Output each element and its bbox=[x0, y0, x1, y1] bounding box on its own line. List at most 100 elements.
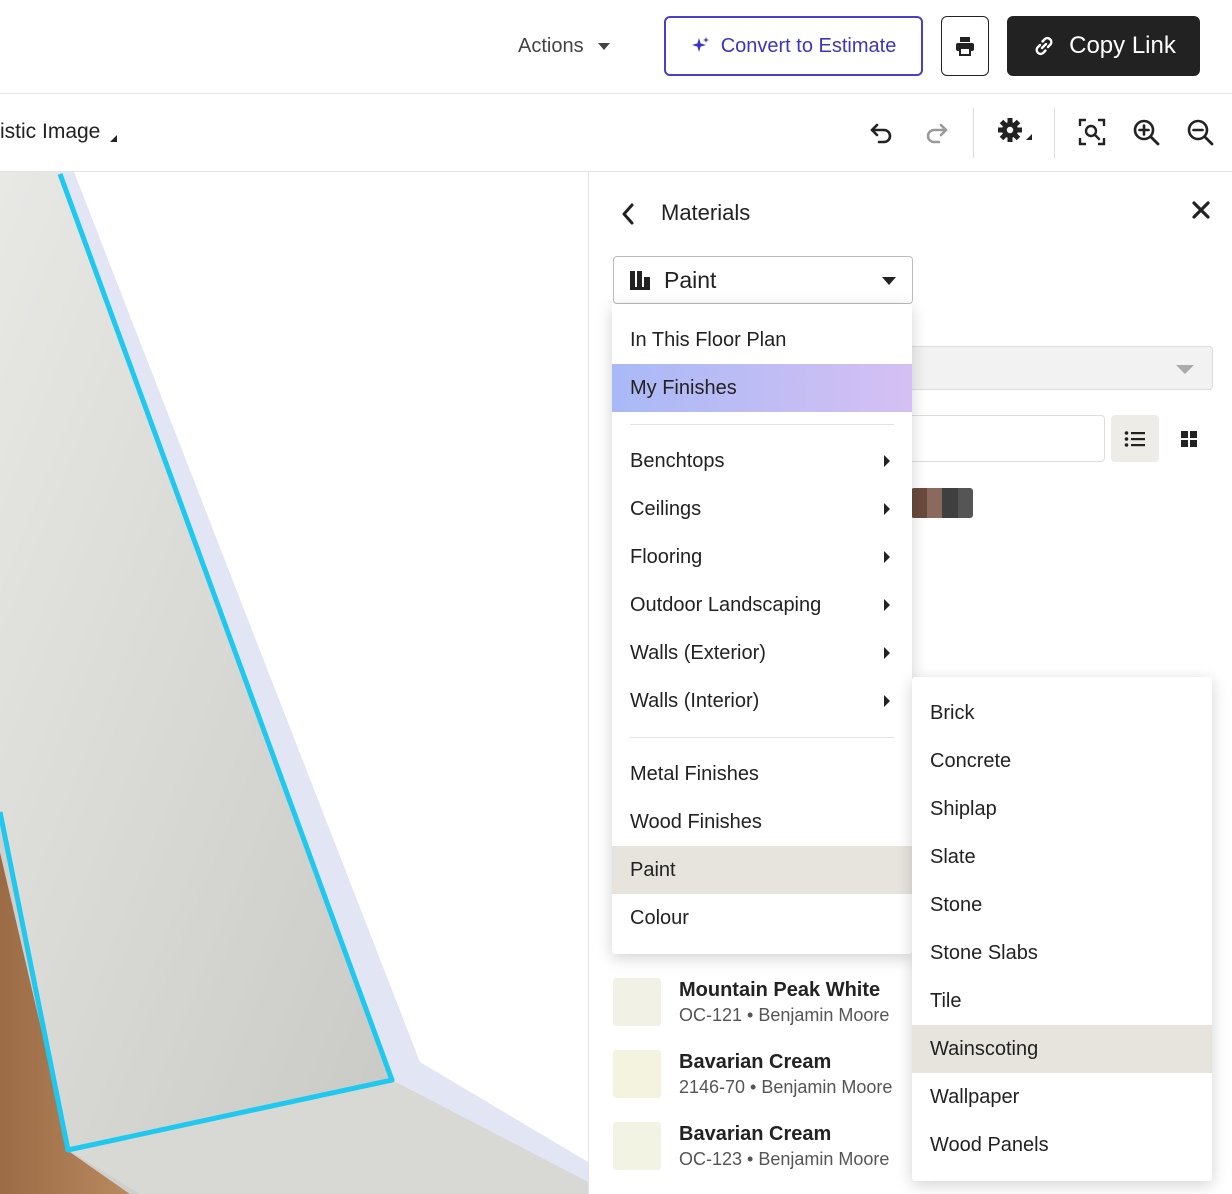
caret-right-icon bbox=[884, 695, 890, 707]
menu-item-label: Benchtops bbox=[630, 449, 725, 472]
printer-icon bbox=[956, 37, 974, 56]
menu-divider bbox=[630, 737, 894, 738]
grid-view-icon bbox=[1181, 430, 1197, 447]
menu-item-label: Ceilings bbox=[630, 497, 702, 520]
submenu-item-wood-panels[interactable]: Wood Panels bbox=[912, 1121, 1212, 1169]
menu-item-paint[interactable]: Paint bbox=[612, 846, 912, 894]
caret-right-icon bbox=[884, 503, 890, 515]
menu-item-label: My Finishes bbox=[630, 376, 737, 399]
menu-item-my-finishes[interactable]: My Finishes bbox=[612, 364, 912, 412]
caret-right-icon bbox=[884, 647, 890, 659]
menu-item-in-this-floor-plan[interactable]: In This Floor Plan bbox=[612, 316, 912, 364]
zoom-in-button[interactable] bbox=[1128, 114, 1164, 150]
undo-button[interactable] bbox=[864, 114, 900, 150]
material-category-select[interactable]: Paint bbox=[613, 256, 913, 304]
menu-item-label: Slate bbox=[930, 845, 976, 868]
menu-item-wood-finishes[interactable]: Wood Finishes bbox=[612, 798, 912, 846]
subcategory-select[interactable] bbox=[889, 346, 1213, 390]
paint-swatch bbox=[613, 1050, 661, 1098]
back-button[interactable] bbox=[615, 200, 641, 228]
selected-category-label: Paint bbox=[664, 266, 717, 293]
redo-icon bbox=[926, 123, 948, 144]
menu-item-metal-finishes[interactable]: Metal Finishes bbox=[612, 750, 912, 798]
paint-code: OC-121 • Benjamin Moore bbox=[679, 1005, 890, 1025]
menu-item-label: Stone Slabs bbox=[930, 941, 1038, 964]
settings-button[interactable] bbox=[996, 114, 1036, 150]
menu-item-benchtops[interactable]: Benchtops bbox=[612, 437, 912, 485]
menu-item-label: Wainscoting bbox=[930, 1037, 1039, 1060]
convert-to-estimate-button[interactable]: Convert to Estimate bbox=[664, 16, 923, 76]
menu-item-label: Walls (Interior) bbox=[630, 689, 760, 712]
caret-down-icon bbox=[882, 277, 896, 285]
menu-item-flooring[interactable]: Flooring bbox=[612, 533, 912, 581]
menu-item-ceilings[interactable]: Ceilings bbox=[612, 485, 912, 533]
zoom-in-icon bbox=[1133, 119, 1160, 146]
view-mode-selector[interactable]: istic Image bbox=[0, 120, 118, 144]
submenu-item-shiplap[interactable]: Shiplap bbox=[912, 785, 1212, 833]
list-view-icon bbox=[1124, 430, 1145, 447]
zoom-fit-icon bbox=[1078, 118, 1106, 146]
paint-name: Bavarian Cream bbox=[679, 1051, 832, 1073]
menu-item-label: In This Floor Plan bbox=[630, 328, 787, 351]
paint-name: Mountain Peak White bbox=[679, 979, 881, 1001]
copy-link-button[interactable]: Copy Link bbox=[1007, 16, 1200, 76]
corner-caret-icon bbox=[110, 135, 118, 142]
menu-item-label: Shiplap bbox=[930, 797, 997, 820]
caret-down-icon bbox=[1176, 365, 1194, 374]
actions-menu-button[interactable]: Actions bbox=[518, 30, 610, 62]
menu-item-label: Stone bbox=[930, 893, 983, 916]
category-dropdown-menu: In This Floor Plan My Finishes Benchtops… bbox=[612, 304, 912, 954]
list-view-toggle[interactable] bbox=[1111, 415, 1159, 462]
library-icon bbox=[630, 271, 650, 290]
zoom-out-button[interactable] bbox=[1182, 114, 1218, 150]
menu-item-label: Metal Finishes bbox=[630, 762, 759, 785]
submenu-item-wainscoting[interactable]: Wainscoting bbox=[912, 1025, 1212, 1073]
caret-right-icon bbox=[884, 455, 890, 467]
search-input[interactable] bbox=[889, 415, 1105, 462]
menu-item-label: Brick bbox=[930, 701, 975, 724]
color-swatch-strip[interactable] bbox=[911, 488, 973, 518]
menu-item-label: Wood Panels bbox=[930, 1133, 1049, 1156]
submenu-item-tile[interactable]: Tile bbox=[912, 977, 1212, 1025]
menu-item-label: Outdoor Landscaping bbox=[630, 593, 822, 616]
menu-item-walls-exterior[interactable]: Walls (Exterior) bbox=[612, 629, 912, 677]
top-bar: Actions Convert to Estimate Copy Link bbox=[0, 0, 1232, 94]
gear-icon bbox=[998, 118, 1032, 142]
toolbar-divider bbox=[1054, 108, 1055, 158]
redo-button[interactable] bbox=[918, 114, 954, 150]
menu-item-outdoor-landscaping[interactable]: Outdoor Landscaping bbox=[612, 581, 912, 629]
walls-exterior-submenu: Brick Concrete Shiplap Slate Stone Stone… bbox=[912, 677, 1212, 1181]
print-button[interactable] bbox=[941, 16, 989, 76]
paint-name: Bavarian Cream bbox=[679, 1123, 832, 1145]
submenu-item-stone[interactable]: Stone bbox=[912, 881, 1212, 929]
sparkle-icon bbox=[691, 37, 709, 52]
submenu-item-concrete[interactable]: Concrete bbox=[912, 737, 1212, 785]
3d-view-canvas[interactable] bbox=[0, 172, 588, 1194]
grid-view-toggle[interactable] bbox=[1169, 415, 1209, 462]
caret-right-icon bbox=[884, 551, 890, 563]
caret-right-icon bbox=[884, 599, 890, 611]
menu-item-label: Flooring bbox=[630, 545, 703, 568]
3d-room-render bbox=[0, 172, 588, 1194]
submenu-item-brick[interactable]: Brick bbox=[912, 689, 1212, 737]
menu-item-colour[interactable]: Colour bbox=[612, 894, 912, 942]
submenu-item-wallpaper[interactable]: Wallpaper bbox=[912, 1073, 1212, 1121]
chevron-left-icon bbox=[622, 203, 634, 225]
toolbar-divider bbox=[973, 108, 974, 158]
submenu-item-stone-slabs[interactable]: Stone Slabs bbox=[912, 929, 1212, 977]
actions-label: Actions bbox=[518, 34, 584, 57]
menu-item-walls-interior[interactable]: Walls (Interior) bbox=[612, 677, 912, 725]
menu-divider bbox=[630, 424, 894, 425]
undo-icon bbox=[870, 123, 892, 144]
view-mode-label: istic Image bbox=[0, 120, 101, 143]
submenu-item-slate[interactable]: Slate bbox=[912, 833, 1212, 881]
link-icon bbox=[1035, 36, 1053, 56]
caret-down-icon bbox=[597, 42, 610, 50]
menu-item-label: Wood Finishes bbox=[630, 810, 762, 833]
paint-swatch bbox=[613, 1122, 661, 1170]
zoom-out-icon bbox=[1187, 119, 1214, 146]
close-button[interactable] bbox=[1187, 196, 1215, 224]
zoom-fit-button[interactable] bbox=[1074, 114, 1110, 150]
paint-code: 2146-70 • Benjamin Moore bbox=[679, 1077, 893, 1097]
convert-label: Convert to Estimate bbox=[720, 34, 897, 57]
